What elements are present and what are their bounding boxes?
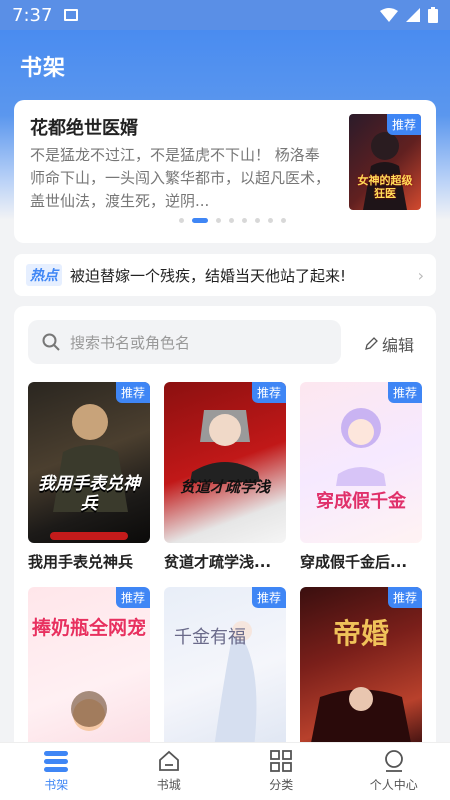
hot-tag: 热点 bbox=[26, 264, 62, 286]
nav-categories[interactable]: 分类 bbox=[225, 743, 338, 800]
carousel-dot[interactable] bbox=[268, 218, 273, 223]
book-cover-art bbox=[71, 691, 107, 731]
book-item[interactable]: 贫道才疏学浅 推荐 贫道才疏学浅... bbox=[164, 382, 286, 572]
featured-cover-title: 女神的超级狂医 bbox=[357, 174, 413, 200]
status-bar: 7:37 bbox=[0, 0, 450, 30]
book-cover[interactable]: 千金有福 推荐 bbox=[164, 587, 286, 746]
nav-label: 分类 bbox=[269, 778, 294, 792]
grid-icon bbox=[270, 750, 293, 772]
page-title: 书架 bbox=[20, 56, 67, 81]
status-icons bbox=[380, 7, 438, 23]
book-cover-art bbox=[336, 408, 386, 486]
search-input[interactable]: 搜索书名或角色名 bbox=[28, 320, 341, 364]
image-notification-icon bbox=[64, 9, 79, 21]
book-cover-title: 穿成假千金 bbox=[316, 491, 406, 512]
carousel-dot[interactable] bbox=[179, 218, 184, 223]
book-item[interactable]: 捧奶瓶全网宠 推荐 bbox=[28, 587, 150, 746]
book-cover-title: 千金有福 bbox=[174, 627, 246, 648]
book-cover-title: 贫道才疏学浅 bbox=[179, 478, 270, 496]
carousel-dot[interactable] bbox=[242, 218, 247, 223]
book-cover-art bbox=[310, 687, 412, 746]
recommend-badge: 推荐 bbox=[251, 382, 286, 403]
featured-title: 花都绝世医婿 bbox=[30, 118, 138, 139]
book-cover[interactable]: 帝婚 推荐 bbox=[300, 587, 422, 746]
carousel-dot[interactable] bbox=[216, 218, 221, 223]
book-cover-art bbox=[50, 404, 128, 540]
carousel-dot[interactable] bbox=[281, 218, 286, 223]
user-icon bbox=[384, 750, 403, 772]
featured-description: 不是猛龙不过江，不是猛虎不下山！ 杨洛奉师命下山，一头闯入繁华都市，以超凡医术，… bbox=[30, 146, 330, 210]
carousel-dot[interactable] bbox=[229, 218, 234, 223]
recommend-badge: 推荐 bbox=[251, 587, 286, 608]
bottom-nav: 书架 书城 分类 个人中心 bbox=[0, 742, 450, 800]
book-cover[interactable]: 穿成假千金 推荐 bbox=[300, 382, 422, 543]
book-title: 我用手表兑神兵 bbox=[28, 553, 134, 571]
book-item[interactable]: 帝婚 推荐 bbox=[300, 587, 422, 746]
carousel-dot[interactable] bbox=[255, 218, 260, 223]
edit-label: 编辑 bbox=[381, 336, 414, 355]
nav-label: 书架 bbox=[44, 778, 69, 792]
carousel-dots bbox=[179, 218, 286, 223]
featured-cover[interactable]: 女神的超级狂医 推荐 bbox=[349, 114, 421, 210]
recommend-badge: 推荐 bbox=[387, 382, 422, 403]
search-placeholder: 搜索书名或角色名 bbox=[70, 333, 191, 352]
chevron-right-icon: › bbox=[417, 265, 424, 285]
nav-store[interactable]: 书城 bbox=[113, 743, 226, 800]
book-cover[interactable]: 贫道才疏学浅 推荐 bbox=[164, 382, 286, 543]
bookshelf-panel: 搜索书名或角色名 编辑 我用手表兑神兵 推荐 我用手表兑神兵 贫道才疏学浅 推荐 bbox=[14, 306, 436, 746]
book-cover[interactable]: 我用手表兑神兵 推荐 bbox=[28, 382, 150, 543]
nav-bookshelf[interactable]: 书架 bbox=[0, 743, 113, 800]
book-cover-art bbox=[214, 621, 257, 746]
signal-icon bbox=[406, 8, 420, 22]
book-title: 穿成假千金后... bbox=[300, 553, 408, 571]
pencil-icon bbox=[365, 337, 378, 350]
bookshelf-icon bbox=[44, 751, 69, 772]
book-item[interactable]: 千金有福 推荐 bbox=[164, 587, 286, 746]
book-title: 贫道才疏学浅... bbox=[164, 553, 272, 571]
book-item[interactable]: 穿成假千金 推荐 穿成假千金后... bbox=[300, 382, 422, 572]
edit-button[interactable]: 编辑 bbox=[364, 332, 414, 356]
hot-headline: 被迫替嫁一个残疾，结婚当天他站了起来! bbox=[70, 266, 347, 285]
nav-profile[interactable]: 个人中心 bbox=[338, 743, 450, 800]
nav-label: 个人中心 bbox=[369, 778, 418, 792]
book-item[interactable]: 我用手表兑神兵 推荐 我用手表兑神兵 bbox=[28, 382, 150, 572]
nav-label: 书城 bbox=[156, 778, 181, 792]
search-icon bbox=[42, 333, 60, 351]
carousel-dot-active[interactable] bbox=[192, 218, 208, 223]
recommend-badge: 推荐 bbox=[386, 114, 421, 135]
wifi-icon bbox=[380, 8, 398, 22]
hot-news-bar[interactable]: 热点 被迫替嫁一个残疾，结婚当天他站了起来! › bbox=[14, 254, 436, 296]
recommend-badge: 推荐 bbox=[115, 587, 150, 608]
battery-icon bbox=[428, 7, 438, 23]
book-cover-title: 我用手表兑神兵 bbox=[38, 474, 140, 514]
recommend-badge: 推荐 bbox=[387, 587, 422, 608]
store-icon bbox=[158, 750, 179, 771]
book-cover-title: 捧奶瓶全网宠 bbox=[32, 617, 147, 639]
status-time: 7:37 bbox=[12, 4, 53, 26]
recommend-badge: 推荐 bbox=[115, 382, 150, 403]
book-cover-title: 帝婚 bbox=[332, 617, 389, 650]
book-cover[interactable]: 捧奶瓶全网宠 推荐 bbox=[28, 587, 150, 746]
featured-banner[interactable]: 花都绝世医婿 不是猛龙不过江，不是猛虎不下山！ 杨洛奉师命下山，一头闯入繁华都市… bbox=[14, 100, 436, 243]
book-cover-art bbox=[190, 410, 260, 482]
